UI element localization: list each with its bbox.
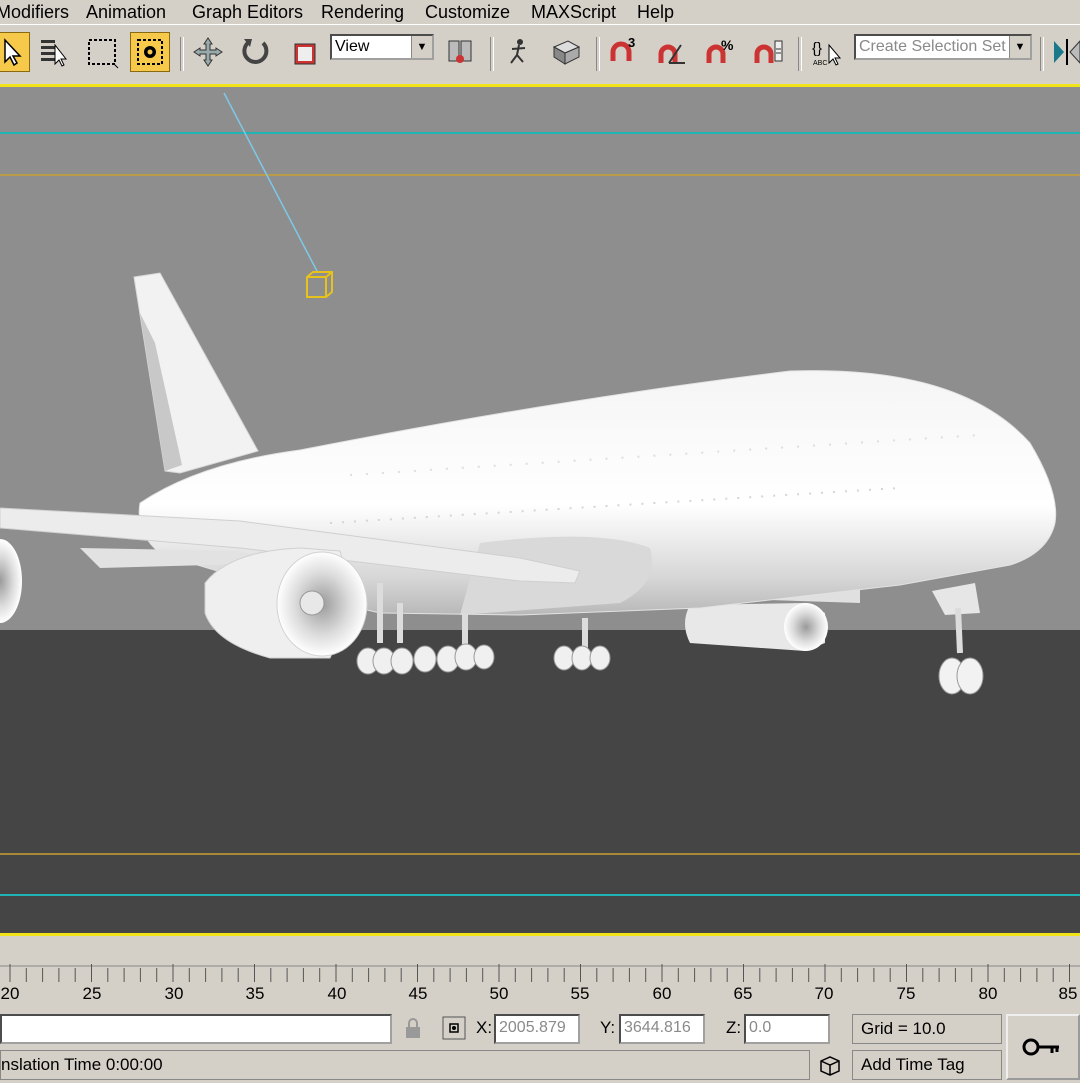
grid-size-panel: Grid = 10.0 — [852, 1014, 1002, 1044]
rectangle-selection-icon — [88, 39, 119, 69]
edit-named-selection-button[interactable]: {} ABC — [806, 32, 846, 72]
timeline-tick-label: 35 — [245, 984, 265, 1003]
timeline-tick-label: 65 — [733, 984, 753, 1003]
window-crossing-button[interactable] — [130, 32, 170, 72]
toolbar-separator — [596, 37, 600, 71]
shortcut-override-icon — [552, 40, 581, 65]
rectangular-selection-button[interactable] — [82, 32, 122, 72]
move-icon — [193, 37, 223, 67]
select-by-name-icon — [41, 40, 68, 67]
far-engine — [685, 603, 828, 651]
lock-icon[interactable] — [404, 1018, 422, 1045]
timeline-tick-label: 55 — [570, 984, 590, 1003]
select-by-name-button[interactable] — [34, 32, 74, 72]
reference-coordinate-value: View — [335, 38, 370, 55]
svg-text:{}: {} — [812, 40, 822, 57]
timeline-ruler — [0, 964, 1080, 982]
z-coordinate-field[interactable]: 0.0 — [744, 1014, 830, 1044]
snaps-toggle-button[interactable]: 3 — [604, 32, 644, 72]
timeline-tick-label: 45 — [408, 984, 428, 1003]
rotate-icon — [242, 39, 269, 64]
timeline-tick-label: 60 — [652, 984, 672, 1003]
spinner-snap-icon — [754, 40, 783, 63]
window-crossing-icon — [137, 39, 163, 65]
select-and-scale-button[interactable] — [284, 32, 324, 72]
timeline-tick-label: 40 — [327, 984, 347, 1003]
pivot-center-button[interactable] — [440, 32, 480, 72]
menu-customize[interactable]: Customize — [425, 1, 510, 23]
mirror-button[interactable] — [1046, 32, 1080, 72]
angle-snap-icon — [658, 44, 685, 64]
grid-size-readout: Grid = 10.0 — [861, 1019, 946, 1038]
percent-label: % — [721, 37, 734, 53]
near-inboard-engine — [204, 547, 368, 659]
timeline-tick-label: 75 — [896, 984, 916, 1003]
set-key-button[interactable] — [1006, 1014, 1080, 1080]
named-selection-placeholder: Create Selection Set — [859, 38, 1006, 55]
maxscript-listener-field[interactable] — [0, 1014, 392, 1044]
keyboard-shortcut-override-button[interactable] — [546, 32, 586, 72]
menu-graph-editors[interactable]: Graph Editors — [192, 1, 303, 23]
scale-icon — [294, 43, 316, 65]
pivot-center-icon — [448, 40, 472, 63]
svg-text:ABC: ABC — [813, 60, 827, 67]
menu-rendering[interactable]: Rendering — [321, 1, 404, 23]
prompt-line-text: nslation Time 0:00:00 — [1, 1055, 163, 1074]
x-coordinate-label: X: — [476, 1018, 493, 1037]
select-object-button[interactable] — [0, 32, 30, 72]
snap-mode-label: 3 — [628, 35, 635, 50]
perspective-viewport[interactable] — [0, 84, 1080, 936]
named-selection-icon: {} ABC — [812, 40, 842, 67]
angle-snap-button[interactable] — [652, 32, 692, 72]
toolbar-separator — [180, 37, 184, 71]
snap-magnet-icon: 3 — [610, 35, 635, 61]
timeline-tick-label: 70 — [814, 984, 834, 1003]
x-coordinate-field[interactable]: 2005.879 — [494, 1014, 580, 1044]
main-toolbar: View ▼ 3 % {} ABC Create Selection Set ▼ — [0, 24, 1080, 85]
time-tag-cube-icon[interactable] — [818, 1054, 842, 1083]
timeline-tick-label: 85 — [1058, 984, 1078, 1003]
menu-modifiers[interactable]: Modifiers — [0, 1, 69, 23]
timeline-tick-label: 25 — [82, 984, 102, 1003]
manipulate-icon — [510, 39, 526, 64]
spinner-snap-button[interactable] — [748, 32, 788, 72]
timeline-tick-label: 80 — [978, 984, 998, 1003]
timeline-tick-label: 20 — [0, 984, 20, 1003]
key-icon — [1022, 1036, 1062, 1063]
menu-animation[interactable]: Animation — [86, 1, 166, 23]
reference-coordinate-dropdown[interactable]: View ▼ — [330, 34, 434, 60]
prompt-line-panel: nslation Time 0:00:00 — [0, 1050, 810, 1080]
status-bar: X: 2005.879 Y: 3644.816 Z: 0.0 Grid = 10… — [0, 1010, 1080, 1080]
chevron-down-icon: ▼ — [1009, 36, 1030, 58]
toolbar-separator — [1040, 37, 1044, 71]
timeline-tick-label: 50 — [489, 984, 509, 1003]
percent-snap-icon: % — [706, 37, 734, 63]
ground-plane — [0, 630, 1080, 933]
absolute-mode-transform-icon[interactable] — [442, 1016, 466, 1045]
arrow-cursor-icon — [4, 38, 22, 67]
y-coordinate-field[interactable]: 3644.816 — [619, 1014, 705, 1044]
select-and-rotate-button[interactable] — [236, 32, 276, 72]
chevron-down-icon: ▼ — [411, 36, 432, 58]
add-time-tag-button[interactable]: Add Time Tag — [852, 1050, 1002, 1080]
z-coordinate-label: Z: — [726, 1018, 742, 1037]
select-and-move-button[interactable] — [188, 32, 228, 72]
viewport-scene — [0, 87, 1080, 933]
timeline-tick-label: 30 — [164, 984, 184, 1003]
percent-snap-button[interactable]: % — [700, 32, 740, 72]
y-coordinate-label: Y: — [600, 1018, 616, 1037]
add-time-tag-label: Add Time Tag — [861, 1055, 965, 1074]
toolbar-separator — [490, 37, 494, 71]
menu-bar: Modifiers Animation Graph Editors Render… — [0, 0, 1080, 24]
timeline-track-bar[interactable]: 20 25 30 35 40 45 50 55 60 65 70 75 80 8… — [0, 936, 1080, 1010]
menu-maxscript[interactable]: MAXScript — [531, 1, 616, 23]
menu-help[interactable]: Help — [637, 1, 674, 23]
toolbar-separator — [798, 37, 802, 71]
select-and-manipulate-button[interactable] — [498, 32, 538, 72]
mirror-icon — [1054, 39, 1080, 65]
named-selection-sets-dropdown[interactable]: Create Selection Set ▼ — [854, 34, 1032, 60]
